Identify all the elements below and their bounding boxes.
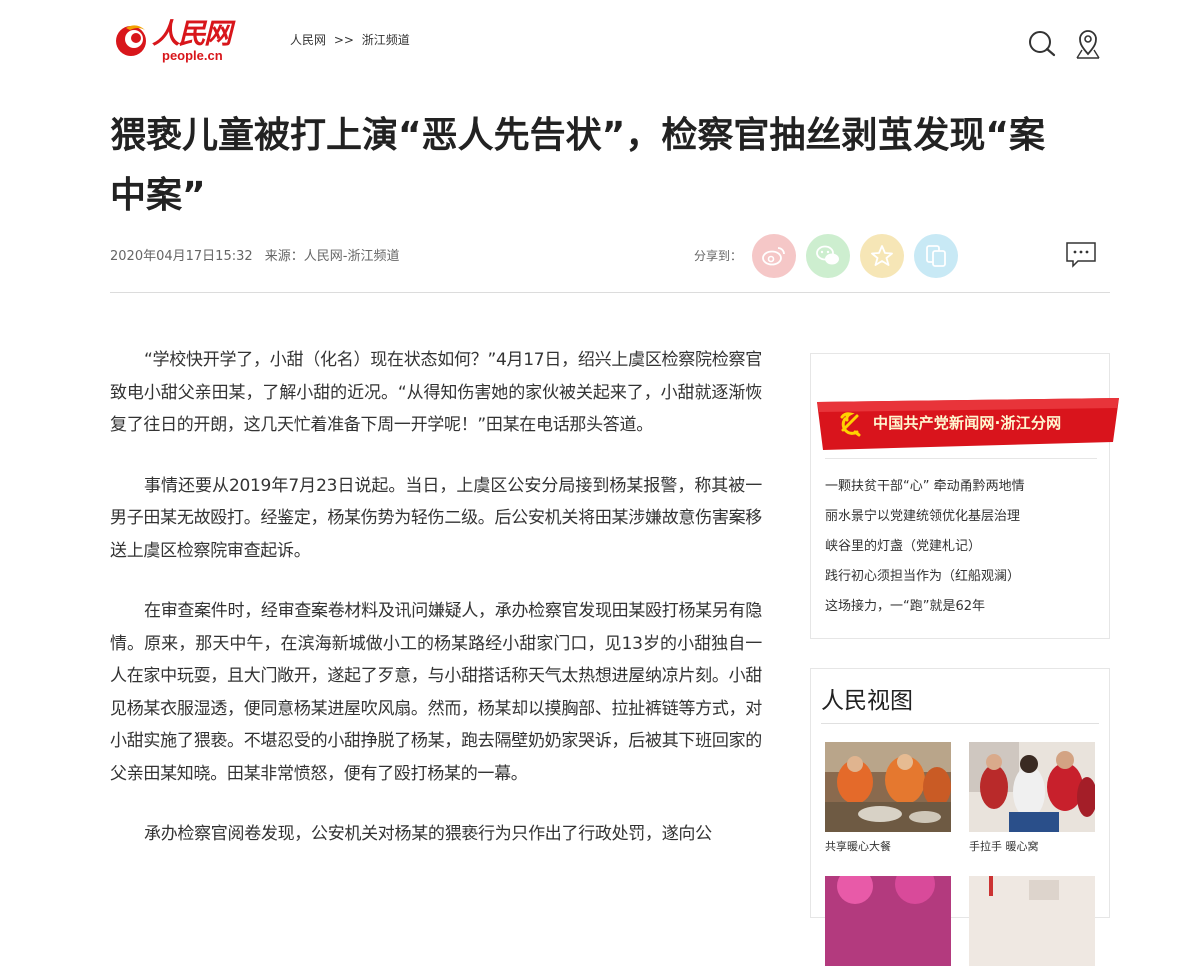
logo-mark-icon [116,25,146,56]
people-photo-box: 人民视图 共享暖心大餐 手拉手 暖心窝 [810,668,1110,966]
list-item[interactable]: 一颗扶贫干部“心” 牵动甬黔两地情 [825,472,1105,502]
copy-icon [926,245,946,267]
photo-caption[interactable]: 共享暖心大餐 [825,838,951,854]
search-icon[interactable] [1027,28,1057,60]
party-news-list: 一颗扶贫干部“心” 牵动甬黔两地情 丽水景宁以党建统领优化基层治理 峡谷里的灯盏… [825,472,1105,622]
weibo-share-button[interactable] [752,234,796,278]
copy-link-button[interactable] [914,234,958,278]
photo-thumbnail[interactable] [969,876,1095,966]
comment-icon[interactable] [1066,242,1096,268]
party-news-box: 中国共产党新闻网·浙江分网 一颗扶贫干部“心” 牵动甬黔两地情 丽水景宁以党建统… [810,353,1119,639]
article-meta: 2020年04月17日15:32 来源：人民网-浙江频道 [110,245,407,264]
article-paragraph: 在审查案件时，经审查案卷材料及讯问嫌疑人，承办检察官发现田某殴打杨某另有隐情。原… [110,601,762,784]
weibo-icon [762,247,785,266]
site-header: 人民网 people.cn 人民网 >> 浙江频道 [0,0,1204,80]
party-news-banner[interactable]: 中国共产党新闻网·浙江分网 [817,398,1119,450]
meta-divider [110,292,1110,293]
photo-thumbnail[interactable] [969,742,1095,832]
location-icon[interactable] [1074,28,1104,60]
publish-date: 2020年04月17日15:32 [110,249,253,264]
article-body: “学校快开学了，小甜（化名）现在状态如何？”4月17日，绍兴上虞区检察院检察官致… [110,344,762,879]
share-label: 分享到： [694,249,743,263]
article-paragraph: 承办检察官阅卷发现，公安机关对杨某的猥亵行为只作出了行政处罚，遂向公 [144,824,712,844]
list-item[interactable]: 践行初心须担当作为（红船观澜） [825,562,1105,592]
breadcrumb: 人民网 >> 浙江频道 [290,31,414,48]
photo-card-3[interactable] [825,876,951,966]
photo-card-4[interactable] [969,876,1095,966]
article-paragraph: “学校快开学了，小甜（化名）现在状态如何？”4月17日，绍兴上虞区检察院检察官致… [110,350,762,435]
photo-caption[interactable]: 手拉手 暖心窝 [969,838,1095,854]
favorite-icon [871,245,893,266]
article-source[interactable]: 来源：人民网-浙江频道 [265,249,400,264]
party-emblem-icon [840,412,861,437]
logo-text-en: people.cn [162,48,223,63]
breadcrumb-home[interactable]: 人民网 [290,33,326,47]
party-banner-title: 中国共产党新闻网·浙江分网 [873,414,1062,432]
photo-card-1[interactable]: 共享暖心大餐 [825,742,951,854]
photo-section-heading: 人民视图 [821,688,913,714]
logo-text-cn: 人民网 [152,17,232,50]
photo-card-2[interactable]: 手拉手 暖心窝 [969,742,1095,854]
list-item[interactable]: 峡谷里的灯盏（党建札记） [825,532,1105,562]
people-logo[interactable]: 人民网 people.cn [112,18,232,64]
breadcrumb-channel[interactable]: 浙江频道 [362,33,410,47]
breadcrumb-separator: >> [333,33,354,47]
favorite-share-button[interactable] [860,234,904,278]
list-item[interactable]: 丽水景宁以党建统领优化基层治理 [825,502,1105,532]
party-box-divider [825,458,1097,459]
list-item[interactable]: 这场接力，一“跑”就是62年 [825,592,1105,622]
photo-heading-divider [821,723,1099,724]
wechat-share-button[interactable] [806,234,850,278]
photo-thumbnail[interactable] [825,876,951,966]
photo-thumbnail[interactable] [825,742,951,832]
article-paragraph: 事情还要从2019年7月23日说起。当日，上虞区公安分局接到杨某报警，称其被一男… [110,475,762,561]
article-title: 猥亵儿童被打上演“恶人先告状”，检察官抽丝剥茧发现“案中案” [110,115,1045,216]
wechat-icon [816,245,839,265]
